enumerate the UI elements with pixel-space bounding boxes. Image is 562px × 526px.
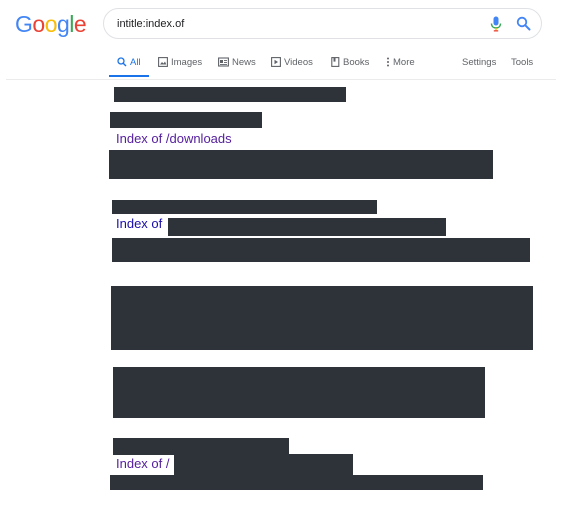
- redacted-block: [111, 286, 533, 350]
- book-icon: [331, 57, 340, 67]
- tab-all[interactable]: All: [117, 57, 141, 77]
- search-tabs: All Images News Videos Books More Settin…: [0, 52, 562, 78]
- search-icon: [117, 57, 127, 67]
- search-icon[interactable]: [516, 16, 531, 31]
- result-title-link[interactable]: Index of /downloads: [116, 131, 232, 147]
- tab-more[interactable]: More: [386, 57, 415, 77]
- search-input[interactable]: [117, 15, 457, 33]
- tab-news-label: News: [232, 57, 256, 68]
- logo-letter-o1: o: [32, 11, 45, 37]
- video-icon: [271, 57, 281, 67]
- more-vertical-icon: [387, 57, 389, 67]
- logo-letter-o2: o: [44, 11, 58, 37]
- redacted-block: [113, 367, 485, 418]
- tab-news[interactable]: News: [218, 57, 256, 77]
- tab-videos-label: Videos: [284, 57, 313, 68]
- logo-letter-g2: g: [56, 11, 70, 37]
- tab-images[interactable]: Images: [158, 57, 202, 77]
- image-icon: [158, 57, 168, 67]
- tab-tools[interactable]: Tools: [511, 57, 533, 77]
- search-results-page: Google All Images: [0, 0, 562, 526]
- redacted-block: [109, 150, 493, 179]
- search-box: [103, 8, 542, 39]
- tab-books[interactable]: Books: [331, 57, 369, 77]
- tab-books-label: Books: [343, 57, 370, 68]
- result-title-link[interactable]: Index of: [116, 216, 162, 232]
- google-logo[interactable]: Google: [15, 10, 87, 38]
- redacted-block: [110, 475, 483, 490]
- tab-all-label: All: [130, 57, 141, 68]
- redacted-block: [174, 454, 353, 476]
- microphone-icon[interactable]: [490, 16, 502, 32]
- logo-letter-g: G: [15, 11, 33, 37]
- result-title-link[interactable]: Index of /: [116, 456, 169, 472]
- redacted-block: [114, 87, 346, 102]
- tab-settings[interactable]: Settings: [462, 57, 496, 77]
- active-tab-indicator: [109, 75, 149, 77]
- redacted-block: [168, 218, 446, 236]
- tab-images-label: Images: [171, 57, 203, 68]
- redacted-block: [112, 200, 377, 214]
- redacted-block: [110, 112, 262, 128]
- redacted-block: [112, 238, 530, 262]
- tab-videos[interactable]: Videos: [271, 57, 313, 77]
- news-icon: [218, 57, 229, 67]
- tabs-divider: [6, 79, 556, 80]
- logo-letter-e: e: [73, 11, 87, 37]
- redacted-block: [113, 438, 289, 455]
- tab-more-label: More: [393, 57, 415, 68]
- tab-tools-label: Tools: [511, 57, 534, 68]
- tab-settings-label: Settings: [462, 57, 497, 68]
